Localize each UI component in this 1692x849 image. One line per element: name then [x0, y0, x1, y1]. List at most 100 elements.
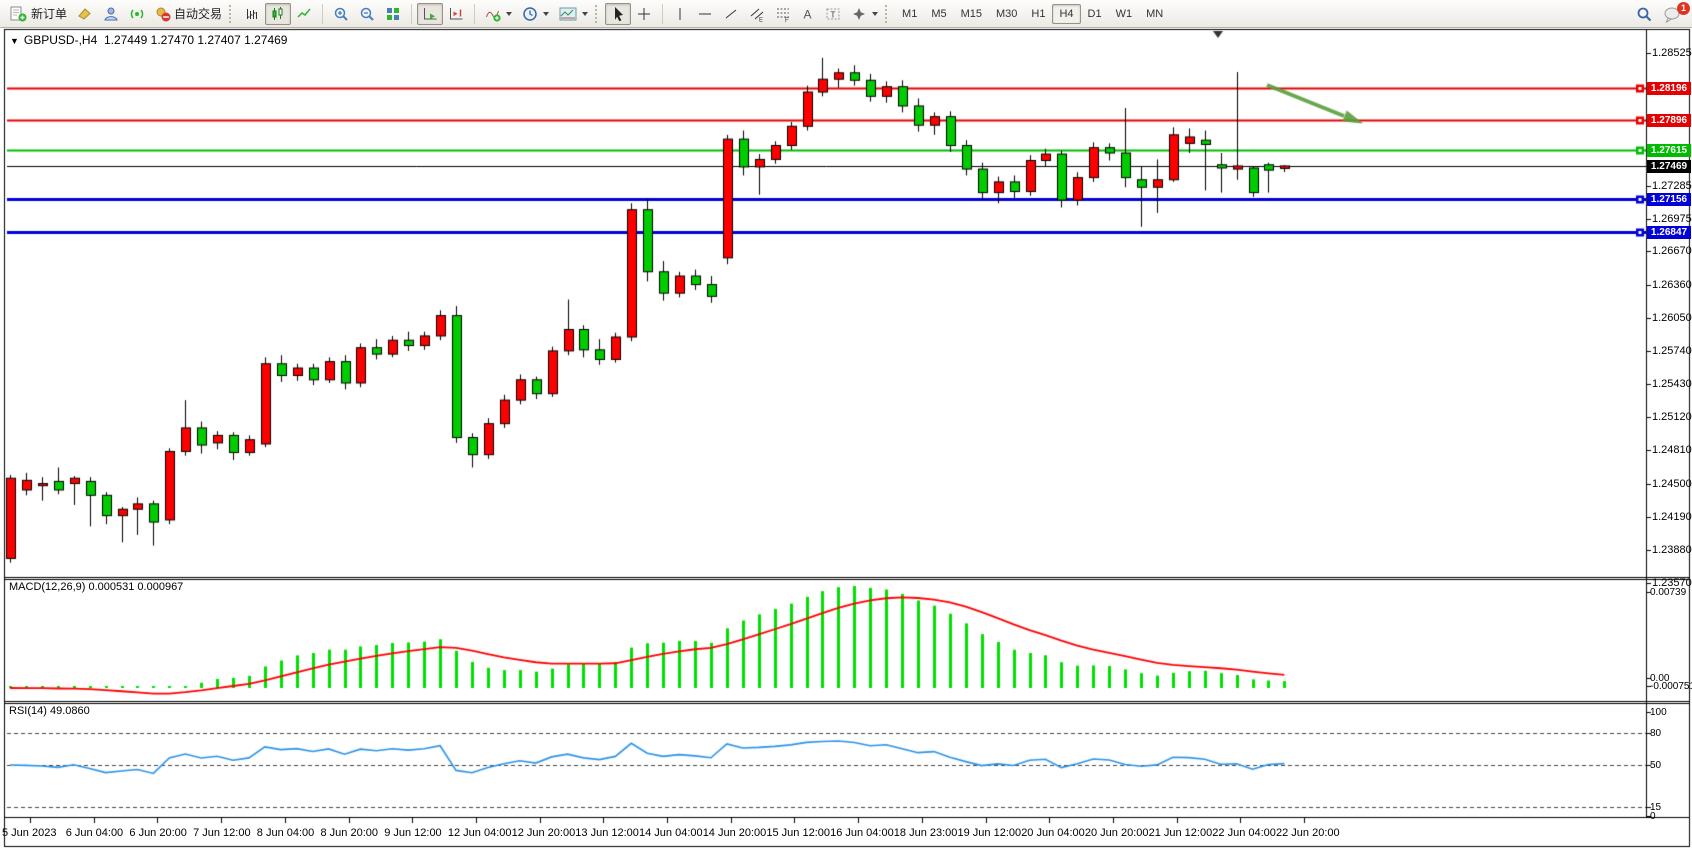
search-icon	[1636, 6, 1652, 22]
line-chart-button[interactable]	[291, 3, 317, 25]
arrows-icon	[851, 6, 867, 22]
candlestick-chart-button[interactable]	[265, 3, 291, 25]
bar-chart-button[interactable]	[239, 3, 265, 25]
timeframe-m5-button[interactable]: M5	[924, 4, 953, 24]
price-axis-tick: 1.26670	[1652, 245, 1692, 257]
auto-trading-button[interactable]: 自动交易	[150, 3, 227, 25]
price-level-badge[interactable]: 1.26847	[1647, 226, 1691, 239]
price-level-badge[interactable]: 1.28196	[1647, 82, 1691, 95]
signals-button[interactable]	[124, 3, 150, 25]
indicators-button[interactable]	[480, 3, 517, 25]
timeframe-group: M1M5M15M30H1H4D1W1MN	[895, 4, 1170, 24]
price-level-badge[interactable]: 1.27615	[1647, 144, 1691, 157]
timeframe-h4-button[interactable]: H4	[1052, 4, 1080, 24]
candlestick-chart-icon	[270, 6, 286, 22]
time-axis-label: 7 Jun 12:00	[193, 827, 251, 839]
price-axis-tick: 1.26050	[1652, 312, 1692, 324]
rsi-axis-label: 0	[1650, 811, 1656, 822]
new-order-label: 新订单	[31, 5, 67, 22]
vertical-line-button[interactable]	[668, 3, 692, 25]
macd-axis-label: -0.000751	[1650, 681, 1692, 692]
horizontal-line-button[interactable]	[692, 3, 718, 25]
crosshair-button[interactable]	[631, 3, 657, 25]
svg-text:T: T	[831, 10, 836, 19]
templates-button[interactable]	[554, 3, 593, 25]
chart-shift-button[interactable]	[443, 3, 469, 25]
equidistant-channel-button[interactable]: E	[744, 3, 770, 25]
time-axis-label: 15 Jun 12:00	[766, 827, 830, 839]
text-button[interactable]: A	[796, 3, 820, 25]
new-order-icon	[10, 6, 28, 22]
trendline-button[interactable]	[718, 3, 744, 25]
toolbar-grip[interactable]	[595, 5, 600, 23]
timeframe-mn-button[interactable]: MN	[1139, 4, 1170, 24]
auto-scroll-button[interactable]	[417, 3, 443, 25]
arrows-dropdown-caret	[872, 12, 878, 16]
time-axis-label: 20 Jun 20:00	[1085, 827, 1149, 839]
eraser-icon	[77, 6, 93, 22]
price-chart-canvas[interactable]	[0, 0, 1692, 849]
timeframe-m30-button[interactable]: M30	[989, 4, 1024, 24]
arrows-button[interactable]	[846, 3, 883, 25]
svg-text:F: F	[785, 18, 789, 22]
fibonacci-icon: F	[775, 6, 791, 22]
trendline-icon	[723, 6, 739, 22]
template-icon	[559, 7, 577, 21]
timeframe-w1-button[interactable]: W1	[1109, 4, 1140, 24]
periods-button[interactable]	[517, 3, 554, 25]
line-chart-icon	[296, 6, 312, 22]
vertical-line-icon	[674, 6, 686, 22]
profile-button[interactable]	[98, 3, 124, 25]
tile-windows-button[interactable]	[380, 3, 406, 25]
rsi-axis-label: 50	[1650, 760, 1661, 771]
toolbar-grip[interactable]	[229, 5, 234, 23]
price-axis-tick: 1.25740	[1652, 345, 1692, 357]
price-axis-tick: 1.24810	[1652, 444, 1692, 456]
tile-windows-icon	[385, 6, 401, 22]
current-price-badge: 1.27469	[1647, 160, 1691, 173]
toolbar-grip[interactable]	[885, 5, 890, 23]
timeframe-d1-button[interactable]: D1	[1081, 4, 1109, 24]
zoom-out-button[interactable]	[354, 3, 380, 25]
text-label-icon: T	[825, 6, 841, 22]
search-button[interactable]	[1631, 3, 1657, 25]
time-axis-label: 19 Jun 12:00	[958, 827, 1022, 839]
timeframe-m1-button[interactable]: M1	[895, 4, 924, 24]
time-axis-label: 8 Jun 20:00	[321, 827, 379, 839]
time-axis-label: 12 Jun 20:00	[512, 827, 576, 839]
price-level-badge[interactable]: 1.27896	[1647, 114, 1691, 127]
chart-title: ▼GBPUSD-,H4 1.27449 1.27470 1.27407 1.27…	[10, 33, 287, 47]
profile-icon	[103, 6, 119, 22]
timeframe-h1-button[interactable]: H1	[1024, 4, 1052, 24]
rsi-axis-label: 80	[1650, 728, 1661, 739]
eraser-button[interactable]	[72, 3, 98, 25]
price-axis-tick: 1.26360	[1652, 279, 1692, 291]
time-axis-label: 16 Jun 04:00	[830, 827, 894, 839]
cursor-icon	[610, 6, 626, 22]
time-axis-label: 8 Jun 04:00	[257, 827, 315, 839]
time-axis-label: 9 Jun 12:00	[384, 827, 442, 839]
one-click-trading-collapse-icon[interactable]: ▼	[10, 36, 19, 46]
notifications-button[interactable]: 1	[1657, 3, 1687, 25]
time-axis-label: 14 Jun 20:00	[703, 827, 767, 839]
clock-icon	[522, 6, 538, 22]
timeframe-m15-button[interactable]: M15	[954, 4, 989, 24]
equidistant-channel-icon: E	[749, 6, 765, 22]
price-level-badge[interactable]: 1.27156	[1647, 193, 1691, 206]
periods-dropdown-caret	[543, 12, 549, 16]
time-axis-label: 21 Jun 12:00	[1149, 827, 1213, 839]
fibonacci-button[interactable]: F	[770, 3, 796, 25]
text-label-button[interactable]: T	[820, 3, 846, 25]
indicators-dropdown-caret	[506, 12, 512, 16]
cursor-button[interactable]	[605, 3, 631, 25]
price-axis-tick: 1.25120	[1652, 411, 1692, 423]
time-axis-label: 13 Jun 12:00	[575, 827, 639, 839]
price-axis-tick: 1.28525	[1652, 47, 1692, 59]
bar-chart-icon	[244, 6, 260, 22]
auto-scroll-icon	[422, 6, 438, 22]
macd-indicator-label: MACD(12,26,9) 0.000531 0.000967	[9, 581, 183, 593]
time-axis-label: 5 Jun 2023	[2, 827, 56, 839]
new-order-button[interactable]: 新订单	[5, 3, 72, 25]
svg-text:E: E	[759, 17, 763, 22]
zoom-in-button[interactable]	[328, 3, 354, 25]
